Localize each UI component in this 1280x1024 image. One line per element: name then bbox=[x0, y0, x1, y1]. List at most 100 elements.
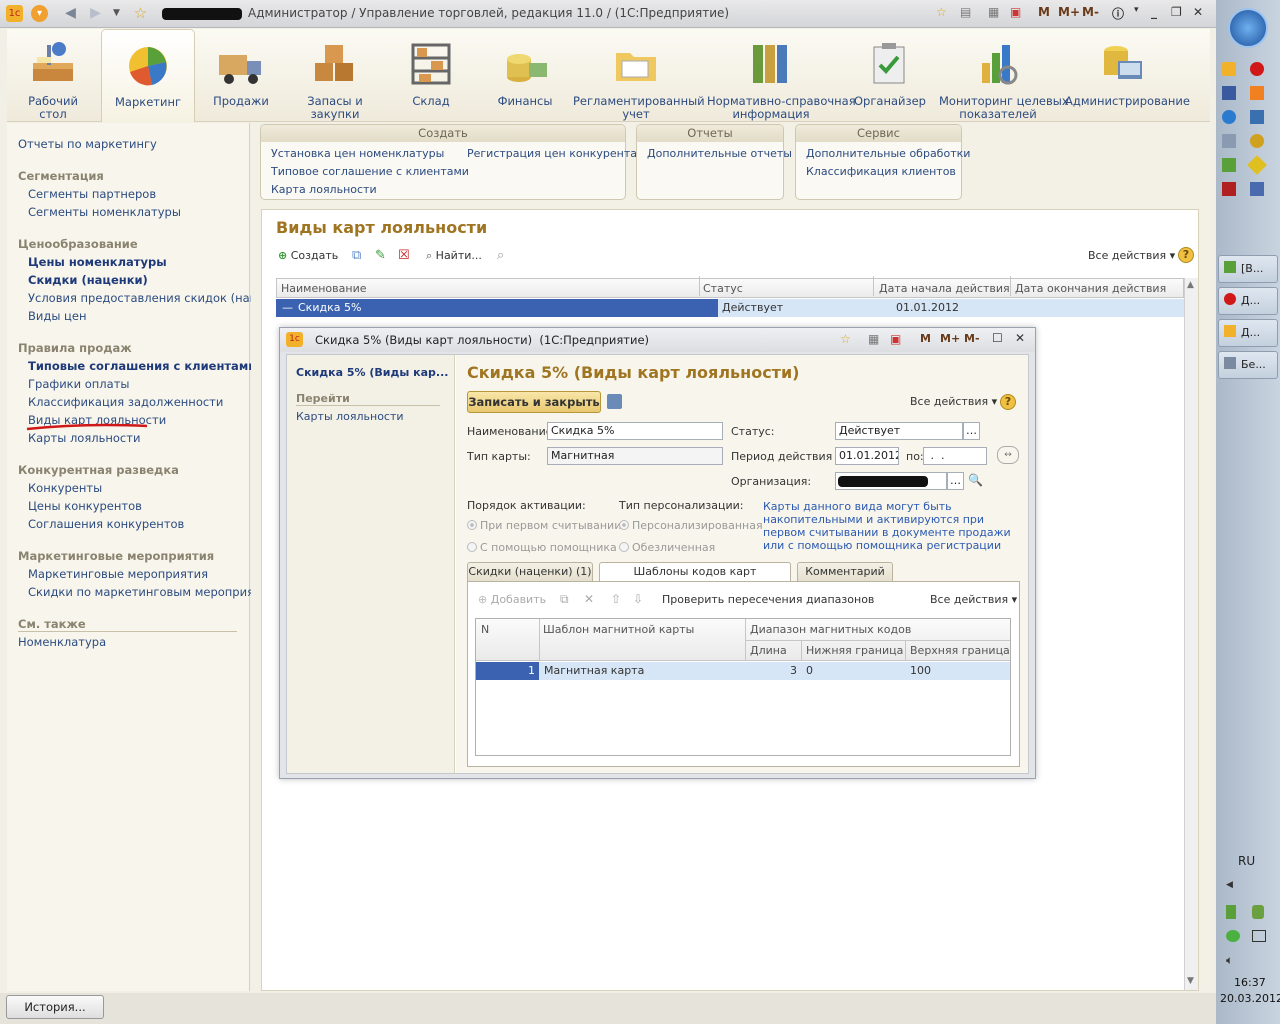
organization-select-button[interactable]: … bbox=[947, 472, 964, 490]
ie-launch-icon[interactable] bbox=[1222, 110, 1236, 124]
section-marketing[interactable]: Маркетинг bbox=[101, 29, 195, 122]
minimize-icon[interactable]: _ bbox=[1151, 5, 1157, 19]
edit-pencil-icon[interactable]: ✎ bbox=[375, 248, 386, 263]
tray-app-icon[interactable] bbox=[1252, 905, 1264, 919]
create-competitor-price-reg[interactable]: Регистрация цен конкурента bbox=[467, 147, 637, 160]
col-name[interactable]: Наименование bbox=[281, 282, 366, 295]
nav-marketing-events[interactable]: Маркетинговые мероприятия bbox=[28, 567, 208, 581]
favorite-star-icon[interactable]: ☆ bbox=[132, 5, 149, 22]
extra-processing-link[interactable]: Дополнительные обработки bbox=[806, 147, 970, 160]
dialog-maximize-icon[interactable]: ☐ bbox=[992, 331, 1003, 345]
dialog-close-icon[interactable]: ✕ bbox=[1015, 331, 1025, 345]
copy-row-icon[interactable]: ⧉ bbox=[560, 592, 569, 607]
col-end-date[interactable]: Дата окончания действия bbox=[1015, 282, 1166, 295]
history-dropdown-icon[interactable]: ▼ bbox=[108, 5, 125, 22]
create-loyalty-card[interactable]: Карта лояльности bbox=[271, 183, 377, 196]
nav-debt-classification[interactable]: Классификация задолженности bbox=[28, 395, 223, 409]
move-up-icon[interactable]: ⇧ bbox=[611, 592, 621, 606]
sign-launch-icon[interactable] bbox=[1247, 155, 1267, 175]
nav-partner-segments[interactable]: Сегменты партнеров bbox=[28, 187, 156, 201]
section-desktop[interactable]: Рабочий стол bbox=[15, 29, 91, 122]
organization-field[interactable] bbox=[835, 472, 947, 490]
nav-marketing-reports[interactable]: Отчеты по маркетингу bbox=[18, 137, 157, 151]
nav-current-object[interactable]: Скидка 5% (Виды кар... bbox=[296, 366, 448, 379]
cancel-search-icon[interactable]: ⌕ bbox=[497, 248, 504, 263]
personalized-radio[interactable]: Персонализированная bbox=[619, 519, 763, 532]
create-typical-agreement[interactable]: Типовое соглашение с клиентами bbox=[271, 165, 469, 178]
col-template[interactable]: Шаблон магнитной карты bbox=[543, 623, 694, 636]
nav-product-segments[interactable]: Сегменты номенклатуры bbox=[28, 205, 181, 219]
card-type-field[interactable]: Магнитная bbox=[547, 447, 723, 465]
restore-icon[interactable]: ❐ bbox=[1171, 5, 1182, 19]
section-inventory[interactable]: Запасы и закупки bbox=[297, 29, 373, 122]
memory-mplus-button[interactable]: M+ bbox=[1058, 5, 1080, 19]
table-row[interactable]: 1 Магнитная карта 3 0 100 bbox=[476, 662, 1010, 680]
col-length[interactable]: Длина bbox=[750, 644, 787, 657]
nav-discounts[interactable]: Скидки (наценки) bbox=[28, 273, 148, 287]
calculator-icon[interactable]: ▦ bbox=[988, 5, 999, 19]
section-sales[interactable]: Продажи bbox=[203, 29, 279, 122]
app-launch-icon[interactable] bbox=[1250, 134, 1264, 148]
language-indicator[interactable]: RU bbox=[1238, 854, 1255, 868]
form-help-icon[interactable]: ? bbox=[1000, 394, 1016, 410]
check-ranges-button[interactable]: Проверить пересечения диапазонов bbox=[662, 593, 874, 606]
save-disk-icon[interactable] bbox=[607, 394, 622, 409]
memory-mminus-button[interactable]: M- bbox=[1082, 5, 1099, 19]
tab-card-code-templates[interactable]: Шаблоны кодов карт лояльности bbox=[599, 562, 791, 596]
create-button[interactable]: ⊕ Создать bbox=[278, 249, 338, 262]
clock-date[interactable]: 20.03.2012 bbox=[1220, 992, 1280, 1005]
section-organizer[interactable]: Органайзер bbox=[853, 29, 927, 122]
clock-time[interactable]: 16:37 bbox=[1234, 976, 1266, 989]
section-monitoring[interactable]: Мониторинг целевых показателей bbox=[939, 29, 1069, 122]
favorite-icon[interactable]: ☆ bbox=[936, 5, 947, 19]
period-select-icon[interactable]: ↔ bbox=[997, 446, 1019, 464]
dialog-mminus-button[interactable]: M- bbox=[964, 332, 980, 345]
period-from-field[interactable]: 01.01.2012 bbox=[835, 447, 899, 465]
nav-product-prices[interactable]: Цены номенклатуры bbox=[28, 255, 167, 269]
memory-m-button[interactable]: M bbox=[1038, 5, 1050, 19]
add-row-button[interactable]: ⊕ Добавить bbox=[478, 593, 546, 606]
history-button[interactable]: История... bbox=[6, 995, 104, 1019]
forward-arrow-icon[interactable]: ▶ bbox=[87, 5, 104, 22]
table-row[interactable]: — Скидка 5% Действует 01.01.2012 bbox=[276, 299, 1184, 317]
section-reference-info[interactable]: Нормативно-справочная информация bbox=[707, 29, 856, 122]
dialog-favorite-icon[interactable]: ☆ bbox=[840, 332, 851, 346]
nav-loyalty-cards[interactable]: Карты лояльности bbox=[28, 431, 140, 445]
vob-launch-icon[interactable] bbox=[1222, 182, 1236, 196]
extra-reports-link[interactable]: Дополнительные отчеты bbox=[647, 147, 792, 160]
activation-wizard-radio[interactable]: С помощью помощника bbox=[467, 541, 617, 554]
help-icon[interactable]: ? bbox=[1178, 247, 1194, 263]
nav-event-discounts[interactable]: Скидки по маркетинговым мероприят... bbox=[28, 585, 272, 599]
col-upper-bound[interactable]: Верхняя граница bbox=[910, 644, 1010, 657]
section-warehouse[interactable]: Склад bbox=[393, 29, 469, 122]
dialog-calendar-icon[interactable]: ▣ bbox=[890, 332, 901, 346]
nav-competitor-agreements[interactable]: Соглашения конкурентов bbox=[28, 517, 184, 531]
name-field[interactable]: Скидка 5% bbox=[547, 422, 723, 440]
1c-launch-icon[interactable] bbox=[1222, 62, 1236, 76]
create-price-setting[interactable]: Установка цен номенклатуры bbox=[271, 147, 444, 160]
network-icon[interactable] bbox=[1252, 930, 1266, 942]
section-administration[interactable]: Администрирование bbox=[1065, 29, 1190, 122]
find-button[interactable]: ⌕ Найти... bbox=[426, 249, 482, 263]
battery-icon[interactable] bbox=[1226, 905, 1236, 919]
close-icon[interactable]: ✕ bbox=[1193, 5, 1203, 19]
tab-comment[interactable]: Комментарий bbox=[797, 562, 893, 581]
volume-icon[interactable]: 🔈︎ bbox=[1226, 953, 1233, 968]
col-lower-bound[interactable]: Нижняя граница bbox=[806, 644, 903, 657]
opera-launch-icon[interactable] bbox=[1250, 62, 1264, 76]
app-logo-icon[interactable]: 1c bbox=[6, 5, 23, 22]
status-select-button[interactable]: … bbox=[963, 422, 980, 440]
scroll-down-icon[interactable]: ▼ bbox=[1187, 976, 1194, 986]
nav-payment-schedules[interactable]: Графики оплаты bbox=[28, 377, 129, 391]
period-to-field[interactable]: . . bbox=[923, 447, 987, 465]
section-regulated-accounting[interactable]: Регламентированный учет bbox=[573, 29, 705, 122]
all-actions-menu[interactable]: Все действия ▾ bbox=[1088, 249, 1175, 262]
form-all-actions-menu[interactable]: Все действия ▾ bbox=[910, 395, 997, 408]
tab-discounts[interactable]: Скидки (наценки) (1) bbox=[467, 562, 593, 581]
scroll-up-icon[interactable]: ▲ bbox=[1187, 280, 1194, 290]
dialog-m-button[interactable]: M bbox=[920, 332, 931, 345]
dialog-mplus-button[interactable]: M+ bbox=[940, 332, 960, 345]
calc-launch-icon[interactable] bbox=[1222, 134, 1236, 148]
info-icon[interactable]: ⓘ bbox=[1112, 5, 1124, 22]
nav-loyalty-cards-link[interactable]: Карты лояльности bbox=[296, 410, 404, 423]
